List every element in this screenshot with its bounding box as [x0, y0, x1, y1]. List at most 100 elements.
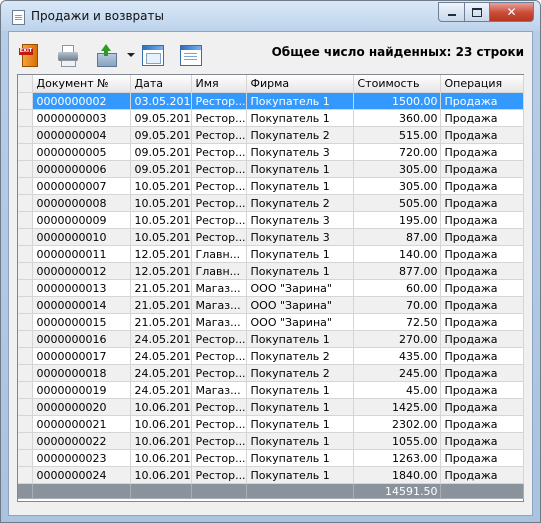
table-cell[interactable]: 09.05.2011 — [130, 109, 192, 127]
table-cell[interactable]: Рестор... — [191, 432, 247, 450]
row-header[interactable] — [18, 177, 33, 195]
table-row[interactable]: 000000002110.06.2011Рестор...Покупатель … — [18, 415, 524, 433]
row-header[interactable] — [18, 313, 33, 331]
row-header[interactable] — [18, 466, 33, 484]
row-header[interactable] — [18, 347, 33, 365]
table-row[interactable]: 000000001321.05.2011Магаз...ООО "Зарина"… — [18, 279, 524, 297]
table-cell[interactable]: 10.05.2011 — [130, 194, 192, 212]
table-cell[interactable]: 0000000010 — [32, 228, 131, 246]
table-cell[interactable]: 877.00 — [353, 262, 441, 280]
print-button[interactable] — [57, 44, 79, 67]
table-cell[interactable]: Рестор... — [191, 398, 247, 416]
table-cell[interactable]: Покупатель 1 — [246, 466, 354, 484]
table-row[interactable]: 000000001521.05.2011Магаз...ООО "Зарина"… — [18, 313, 524, 331]
table-cell[interactable]: 09.05.2011 — [130, 160, 192, 178]
table-cell[interactable]: Продажа — [440, 466, 524, 484]
column-header[interactable]: Документ № — [32, 75, 131, 93]
table-cell[interactable]: 305.00 — [353, 177, 441, 195]
table-cell[interactable]: 0000000007 — [32, 177, 131, 195]
table-cell[interactable]: Продажа — [440, 398, 524, 416]
table-row[interactable]: 000000001010.05.2011Рестор...Покупатель … — [18, 228, 524, 246]
table-cell[interactable]: Магаз... — [191, 279, 247, 297]
table-cell[interactable]: Продажа — [440, 432, 524, 450]
column-header[interactable]: Фирма — [246, 75, 354, 93]
table-cell[interactable]: Рестор... — [191, 143, 247, 161]
table-cell[interactable]: 360.00 — [353, 109, 441, 127]
table-cell[interactable]: 0000000015 — [32, 313, 131, 331]
table-cell[interactable]: 505.00 — [353, 194, 441, 212]
table-cell[interactable]: Рестор... — [191, 126, 247, 144]
table-cell[interactable]: 0000000005 — [32, 143, 131, 161]
table-cell[interactable]: 0000000018 — [32, 364, 131, 382]
table-cell[interactable]: Покупатель 3 — [246, 211, 354, 229]
table-cell[interactable]: Продажа — [440, 381, 524, 399]
table-cell[interactable]: 195.00 — [353, 211, 441, 229]
table-cell[interactable]: Продажа — [440, 211, 524, 229]
table-cell[interactable]: 0000000003 — [32, 109, 131, 127]
table-cell[interactable]: Рестор... — [191, 330, 247, 348]
table-cell[interactable]: Покупатель 1 — [246, 92, 354, 110]
table-cell[interactable]: 0000000017 — [32, 347, 131, 365]
table-cell[interactable]: Рестор... — [191, 109, 247, 127]
row-header[interactable] — [18, 92, 33, 110]
table-cell[interactable]: Покупатель 1 — [246, 330, 354, 348]
table-row[interactable]: 000000002210.06.2011Рестор...Покупатель … — [18, 432, 524, 450]
table-cell[interactable]: 21.05.2011 — [130, 296, 192, 314]
table-cell[interactable]: 24.05.2011 — [130, 330, 192, 348]
table-row[interactable]: 000000001724.05.2011Рестор...Покупатель … — [18, 347, 524, 365]
table-cell[interactable]: 1263.00 — [353, 449, 441, 467]
table-cell[interactable]: 0000000011 — [32, 245, 131, 263]
table-cell[interactable]: ООО "Зарина" — [246, 313, 354, 331]
table-cell[interactable]: 10.05.2011 — [130, 228, 192, 246]
table-row[interactable]: 000000000710.05.2011Рестор...Покупатель … — [18, 177, 524, 195]
table-cell[interactable]: Продажа — [440, 415, 524, 433]
dropdown-arrow-icon[interactable] — [127, 53, 135, 57]
exit-button[interactable]: EXIT — [19, 44, 41, 67]
table-cell[interactable]: Рестор... — [191, 449, 247, 467]
row-header[interactable] — [18, 449, 33, 467]
title-bar[interactable]: Продажи и возвраты ✕ — [1, 1, 540, 31]
table-cell[interactable]: Главн... — [191, 245, 247, 263]
table-cell[interactable]: 435.00 — [353, 347, 441, 365]
table-cell[interactable]: 0000000021 — [32, 415, 131, 433]
table-cell[interactable]: 10.05.2011 — [130, 211, 192, 229]
table-cell[interactable]: Продажа — [440, 143, 524, 161]
table-row[interactable]: 000000001824.05.2011Рестор...Покупатель … — [18, 364, 524, 382]
table-cell[interactable]: 0000000002 — [32, 92, 131, 110]
row-header[interactable] — [18, 330, 33, 348]
table-cell[interactable]: Покупатель 1 — [246, 398, 354, 416]
close-button[interactable]: ✕ — [490, 2, 534, 22]
table-cell[interactable]: 10.06.2011 — [130, 415, 192, 433]
table-cell[interactable]: Покупатель 3 — [246, 143, 354, 161]
table-cell[interactable]: 140.00 — [353, 245, 441, 263]
table-cell[interactable]: Покупатель 1 — [246, 177, 354, 195]
table-row[interactable]: 000000000309.05.2011Рестор...Покупатель … — [18, 109, 524, 127]
table-cell[interactable]: 21.05.2011 — [130, 279, 192, 297]
table-cell[interactable]: Продажа — [440, 279, 524, 297]
table-cell[interactable]: 2302.00 — [353, 415, 441, 433]
row-header[interactable] — [18, 415, 33, 433]
table-cell[interactable]: 10.06.2011 — [130, 432, 192, 450]
table-cell[interactable]: Магаз... — [191, 296, 247, 314]
table-cell[interactable]: Рестор... — [191, 92, 247, 110]
table-cell[interactable]: ООО "Зарина" — [246, 279, 354, 297]
table-row[interactable]: 000000002410.06.2011Рестор...Покупатель … — [18, 466, 524, 484]
column-header[interactable]: Имя — [191, 75, 247, 93]
table-cell[interactable]: 245.00 — [353, 364, 441, 382]
table-cell[interactable]: Продажа — [440, 109, 524, 127]
table-cell[interactable]: Продажа — [440, 449, 524, 467]
table-cell[interactable]: 0000000019 — [32, 381, 131, 399]
column-header[interactable]: Стоимость — [353, 75, 441, 93]
table-cell[interactable]: Продажа — [440, 364, 524, 382]
table-cell[interactable]: 1500.00 — [353, 92, 441, 110]
table-cell[interactable]: Продажа — [440, 194, 524, 212]
table-cell[interactable]: Главн... — [191, 262, 247, 280]
row-header[interactable] — [18, 194, 33, 212]
table-cell[interactable]: Покупатель 1 — [246, 449, 354, 467]
table-cell[interactable]: 0000000024 — [32, 466, 131, 484]
table-row[interactable]: 000000001112.05.2011Главн...Покупатель 1… — [18, 245, 524, 263]
table-cell[interactable]: 1055.00 — [353, 432, 441, 450]
table-cell[interactable]: Покупатель 2 — [246, 194, 354, 212]
table-cell[interactable]: 70.00 — [353, 296, 441, 314]
table-cell[interactable]: Рестор... — [191, 194, 247, 212]
